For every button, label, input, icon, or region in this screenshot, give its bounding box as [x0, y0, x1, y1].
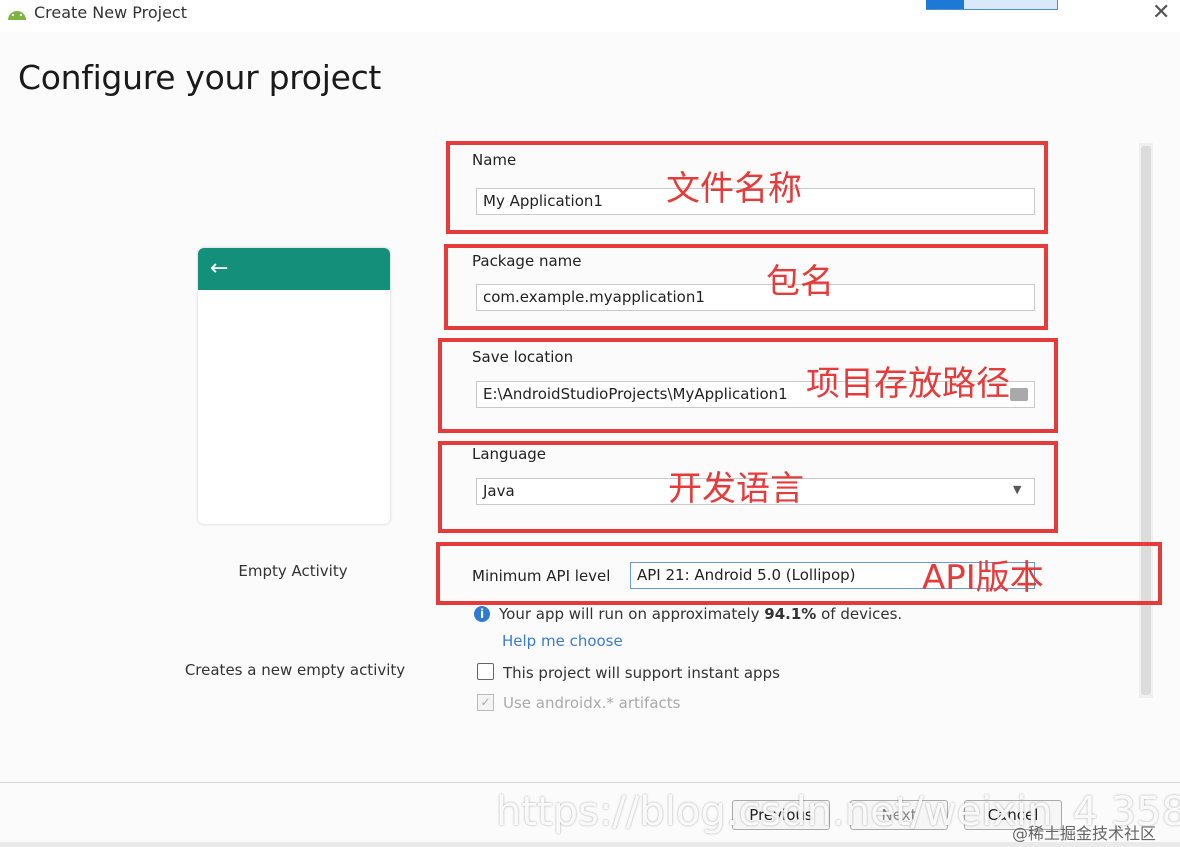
template-description: Creates a new empty activity: [184, 661, 406, 679]
juejin-watermark: @稀土掘金技术社区: [1012, 824, 1157, 843]
device-coverage-text: Your app will run on approximately 94.1%…: [499, 605, 902, 623]
close-icon[interactable]: ✕: [1152, 0, 1170, 25]
coverage-percent: 94.1%: [764, 605, 817, 623]
back-arrow-icon: ←: [210, 256, 229, 281]
android-icon: [8, 11, 26, 20]
annotation-text-name: 文件名称: [666, 169, 802, 209]
page-title: Configure your project: [18, 58, 382, 97]
bottom-strip: [0, 842, 1180, 847]
annotation-box-min-api: [436, 542, 1162, 605]
instant-apps-checkbox[interactable]: [477, 663, 494, 680]
androidx-checkbox: ✓: [477, 694, 494, 711]
coverage-text-before: Your app will run on approximately: [499, 605, 765, 623]
info-icon: i: [474, 606, 490, 622]
preview-app-bar: ←: [198, 248, 390, 290]
window-title: Create New Project: [34, 3, 187, 22]
template-name: Empty Activity: [238, 562, 348, 580]
annotation-box-package: [444, 244, 1048, 330]
annotation-text-language: 开发语言: [668, 469, 804, 509]
coverage-text-after: of devices.: [816, 605, 903, 623]
annotation-text-min-api: API版本: [922, 558, 1044, 598]
instant-apps-label[interactable]: This project will support instant apps: [503, 664, 780, 682]
scrollbar-thumb[interactable]: [1141, 146, 1151, 695]
ime-indicator-active: [926, 0, 964, 9]
footer-divider: [0, 782, 1180, 783]
annotation-text-package: 包名: [766, 262, 834, 302]
annotation-text-save-location: 项目存放路径: [806, 364, 1010, 404]
androidx-label: Use androidx.* artifacts: [503, 694, 681, 708]
help-me-choose-link[interactable]: Help me choose: [502, 632, 623, 650]
template-preview-card: ←: [198, 248, 390, 524]
